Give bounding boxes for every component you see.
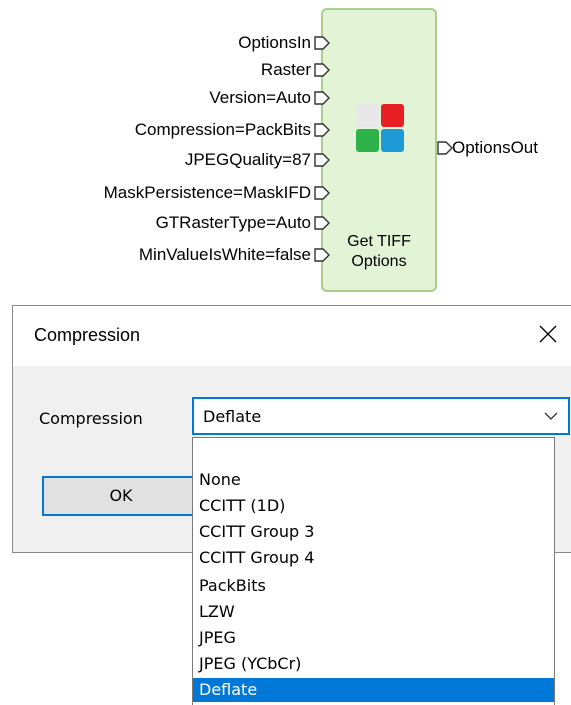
ok-button[interactable]: OK bbox=[42, 476, 200, 516]
input-label-optionsin: OptionsIn bbox=[238, 33, 311, 52]
icon-quad-br bbox=[381, 129, 404, 152]
input-label-maskpersistence: MaskPersistence=MaskIFD bbox=[103, 183, 311, 202]
dropdown-item-lzw[interactable]: LZW bbox=[193, 600, 554, 624]
dropdown-item-none[interactable]: None bbox=[193, 468, 554, 492]
input-port-icon[interactable] bbox=[314, 36, 330, 50]
output-label-optionsout: OptionsOut bbox=[452, 138, 538, 157]
node-title-line2: Options bbox=[351, 253, 407, 270]
icon-quad-bl bbox=[356, 129, 379, 152]
input-label-jpegquality: JPEGQuality=87 bbox=[184, 150, 311, 169]
close-button[interactable] bbox=[525, 314, 571, 354]
close-icon bbox=[539, 325, 557, 343]
dropdown-item-blank[interactable] bbox=[193, 442, 554, 466]
input-port-icon[interactable] bbox=[314, 153, 330, 167]
input-label-raster: Raster bbox=[260, 60, 311, 79]
input-label-version: Version=Auto bbox=[209, 88, 311, 107]
input-label-minvalueiswhite: MinValueIsWhite=false bbox=[138, 245, 311, 264]
dialog-titlebar[interactable]: Compression bbox=[13, 306, 571, 366]
input-label-gtrastertype: GTRasterType=Auto bbox=[155, 213, 311, 232]
dropdown-item-deflate[interactable]: Deflate bbox=[193, 678, 554, 702]
compression-dropdown-list: None CCITT (1D) CCITT Group 3 CCITT Grou… bbox=[192, 437, 555, 705]
dialog-title: Compression bbox=[34, 325, 141, 345]
input-label-compression: Compression=PackBits bbox=[134, 120, 311, 139]
dropdown-item-ccitt-group-4[interactable]: CCITT Group 4 bbox=[193, 546, 554, 570]
dropdown-item-jpeg[interactable]: JPEG bbox=[193, 626, 554, 650]
dropdown-item-ccitt-1d[interactable]: CCITT (1D) bbox=[193, 494, 554, 518]
icon-quad-tr bbox=[381, 104, 404, 127]
output-port-icon[interactable] bbox=[437, 141, 453, 155]
dropdown-item-ccitt-group-3[interactable]: CCITT Group 3 bbox=[193, 520, 554, 544]
node-title: Get TIFF Options bbox=[329, 232, 429, 272]
dropdown-item-packbits[interactable]: PackBits bbox=[193, 574, 554, 598]
icon-quad-tl bbox=[356, 104, 379, 127]
input-port-icon[interactable] bbox=[314, 63, 330, 77]
input-port-icon[interactable] bbox=[314, 186, 330, 200]
node-title-line1: Get TIFF bbox=[347, 233, 411, 250]
input-port-icon[interactable] bbox=[314, 216, 330, 230]
chevron-down-icon bbox=[544, 412, 558, 420]
input-port-icon[interactable] bbox=[314, 123, 330, 137]
compression-field-label: Compression bbox=[39, 409, 143, 428]
input-port-icon[interactable] bbox=[314, 91, 330, 105]
dropdown-item-jpeg-ycbcr[interactable]: JPEG (YCbCr) bbox=[193, 652, 554, 676]
input-port-icon[interactable] bbox=[314, 248, 330, 262]
tiff-options-icon bbox=[356, 104, 404, 152]
compression-combobox[interactable]: Deflate bbox=[192, 397, 570, 435]
combobox-selected-value: Deflate bbox=[203, 407, 262, 426]
